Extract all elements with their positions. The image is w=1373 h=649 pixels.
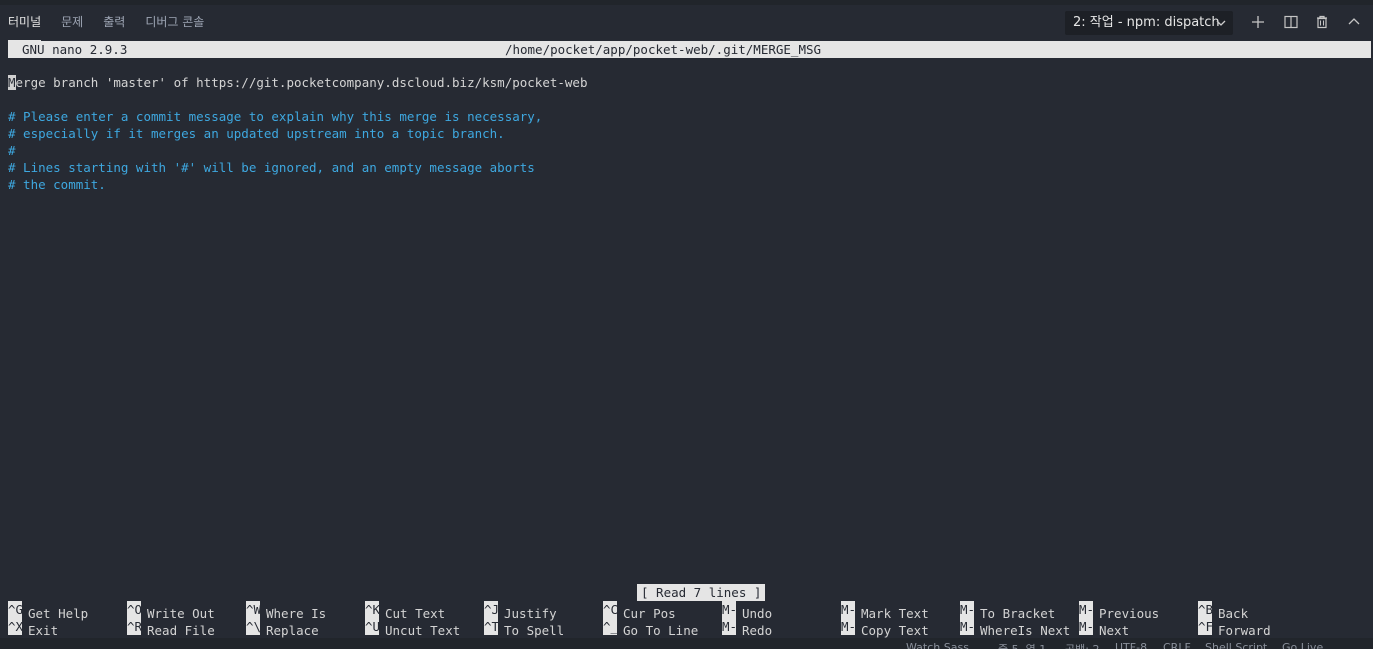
shortcut-item: M-]To Bracket [960,601,1055,621]
shortcut-key: ^K [365,601,379,618]
comment-line: # Please enter a commit message to expla… [8,109,543,124]
shortcut-label: Redo [742,623,773,638]
shortcut-item: M-E Redo [722,618,773,638]
panel-header: 터미널 문제 출력 디버그 콘솔 2: 작업 - npm: dispatch [0,5,1373,41]
shortcut-key: M-▲ [1079,601,1093,618]
shortcut-label: Copy Text [861,623,929,638]
text-cursor: M [8,75,16,90]
shortcut-item: ^_ Go To Line [603,618,699,638]
terminal-view[interactable]: GNU nano 2.9.3 /home/pocket/app/pocket-w… [0,41,1373,638]
status-bar: Watch Sass 줄 5, 열 1 공백: 2 UTF-8 CRLF She… [0,638,1373,649]
commit-message-line[interactable]: Merge branch 'master' of https://git.poc… [8,74,587,91]
shortcut-item: M-▲Previous [1079,601,1159,621]
shortcut-key: M-A [841,601,855,618]
shortcut-key: ^J [484,601,498,618]
tab-output[interactable]: 출력 [103,5,125,41]
terminal-select-value: 2: 작업 - npm: dispatch [1073,15,1220,30]
tab-debug-console[interactable]: 디버그 콘솔 [145,5,204,41]
shortcut-label: Forward [1218,623,1271,638]
nano-file-path: /home/pocket/app/pocket-web/.git/MERGE_M… [504,42,822,57]
shortcut-label: Read File [147,623,215,638]
chevron-up-icon[interactable] [1344,12,1364,32]
shortcut-label: WhereIs Next [980,623,1071,638]
status-encoding[interactable]: UTF-8 [1115,641,1147,649]
shortcut-key: M-U [722,601,736,618]
shortcut-item: ^W Where Is [246,601,326,621]
comment-line: # [8,143,16,158]
terminal-select[interactable]: 2: 작업 - npm: dispatch [1065,11,1233,35]
shortcut-key: ^B [1198,601,1212,618]
shortcut-key: ^\ [246,618,260,635]
shortcut-key: M-] [960,601,974,618]
shortcut-key: ^T [484,618,498,635]
shortcut-key: M-E [722,618,736,635]
nano-status-message: [ Read 7 lines ] [637,584,766,601]
shortcut-key: ^U [365,618,379,635]
status-watch-sass[interactable]: Watch Sass [906,641,969,649]
tab-terminal[interactable]: 터미널 [8,5,42,41]
commit-message-text: erge branch 'master' of https://git.pock… [15,75,588,90]
shortcut-key: ^X [8,618,22,635]
comment-line: # the commit. [8,177,106,192]
nano-title-bar: GNU nano 2.9.3 /home/pocket/app/pocket-w… [8,41,1371,58]
shortcut-item: ^K Cut Text [365,601,445,621]
trash-icon[interactable] [1312,12,1332,32]
shortcut-key: ^C [603,601,617,618]
shortcut-item: ^O Write Out [127,601,215,621]
plus-icon[interactable] [1248,12,1268,32]
comment-line: # especially if it merges an updated ups… [8,126,505,141]
shortcut-label: Go To Line [623,623,699,638]
shortcut-item: ^J Justify [484,601,557,621]
tab-problems[interactable]: 문제 [61,5,83,41]
status-line-ending[interactable]: CRLF [1163,641,1191,649]
shortcut-item: M-UUndo [722,601,772,621]
shortcut-label: To Spell [504,623,565,638]
shortcut-item: ^U Uncut Text [365,618,461,638]
shortcut-key: ^G [8,601,22,618]
comment-line: # Lines starting with '#' will be ignore… [8,160,535,175]
shortcut-key: ^_ [603,618,617,635]
shortcut-item: ^G Get Help [8,601,88,621]
shortcut-key: ^F [1198,618,1212,635]
shortcut-item: ^C Cur Pos [603,601,676,621]
shortcut-key: ^R [127,618,141,635]
shortcut-key: ^W [246,601,260,618]
shortcut-item: ^\ Replace [246,618,319,638]
shortcut-item: ^B Back [1198,601,1248,621]
shortcut-item: ^T To Spell [484,618,565,638]
shortcut-label: Replace [266,623,319,638]
split-icon[interactable] [1281,12,1301,32]
chevron-down-icon [1216,12,1226,41]
shortcut-key: ^O [127,601,141,618]
shortcut-item: ^X Exit [8,618,59,638]
status-language-mode[interactable]: Shell Script [1205,641,1267,649]
status-go-live[interactable]: Go Live [1282,641,1323,649]
shortcut-item: M-6 Copy Text [841,618,929,638]
shortcut-item: M-W WhereIs Next [960,618,1071,638]
shortcut-label: Exit [28,623,59,638]
shortcut-item: ^R Read File [127,618,215,638]
status-indentation[interactable]: 공백: 2 [1065,641,1099,649]
shortcut-item: M-▼ Next [1079,618,1130,638]
shortcut-item: ^F Forward [1198,618,1271,638]
shortcut-key: M-6 [841,618,855,635]
shortcut-key: M-W [960,618,974,635]
shortcut-label: Uncut Text [385,623,461,638]
status-cursor-position[interactable]: 줄 5, 열 1 [998,641,1046,649]
shortcut-label: Next [1099,623,1130,638]
shortcut-key: M-▼ [1079,618,1093,635]
shortcut-item: M-AMark Text [841,601,929,621]
